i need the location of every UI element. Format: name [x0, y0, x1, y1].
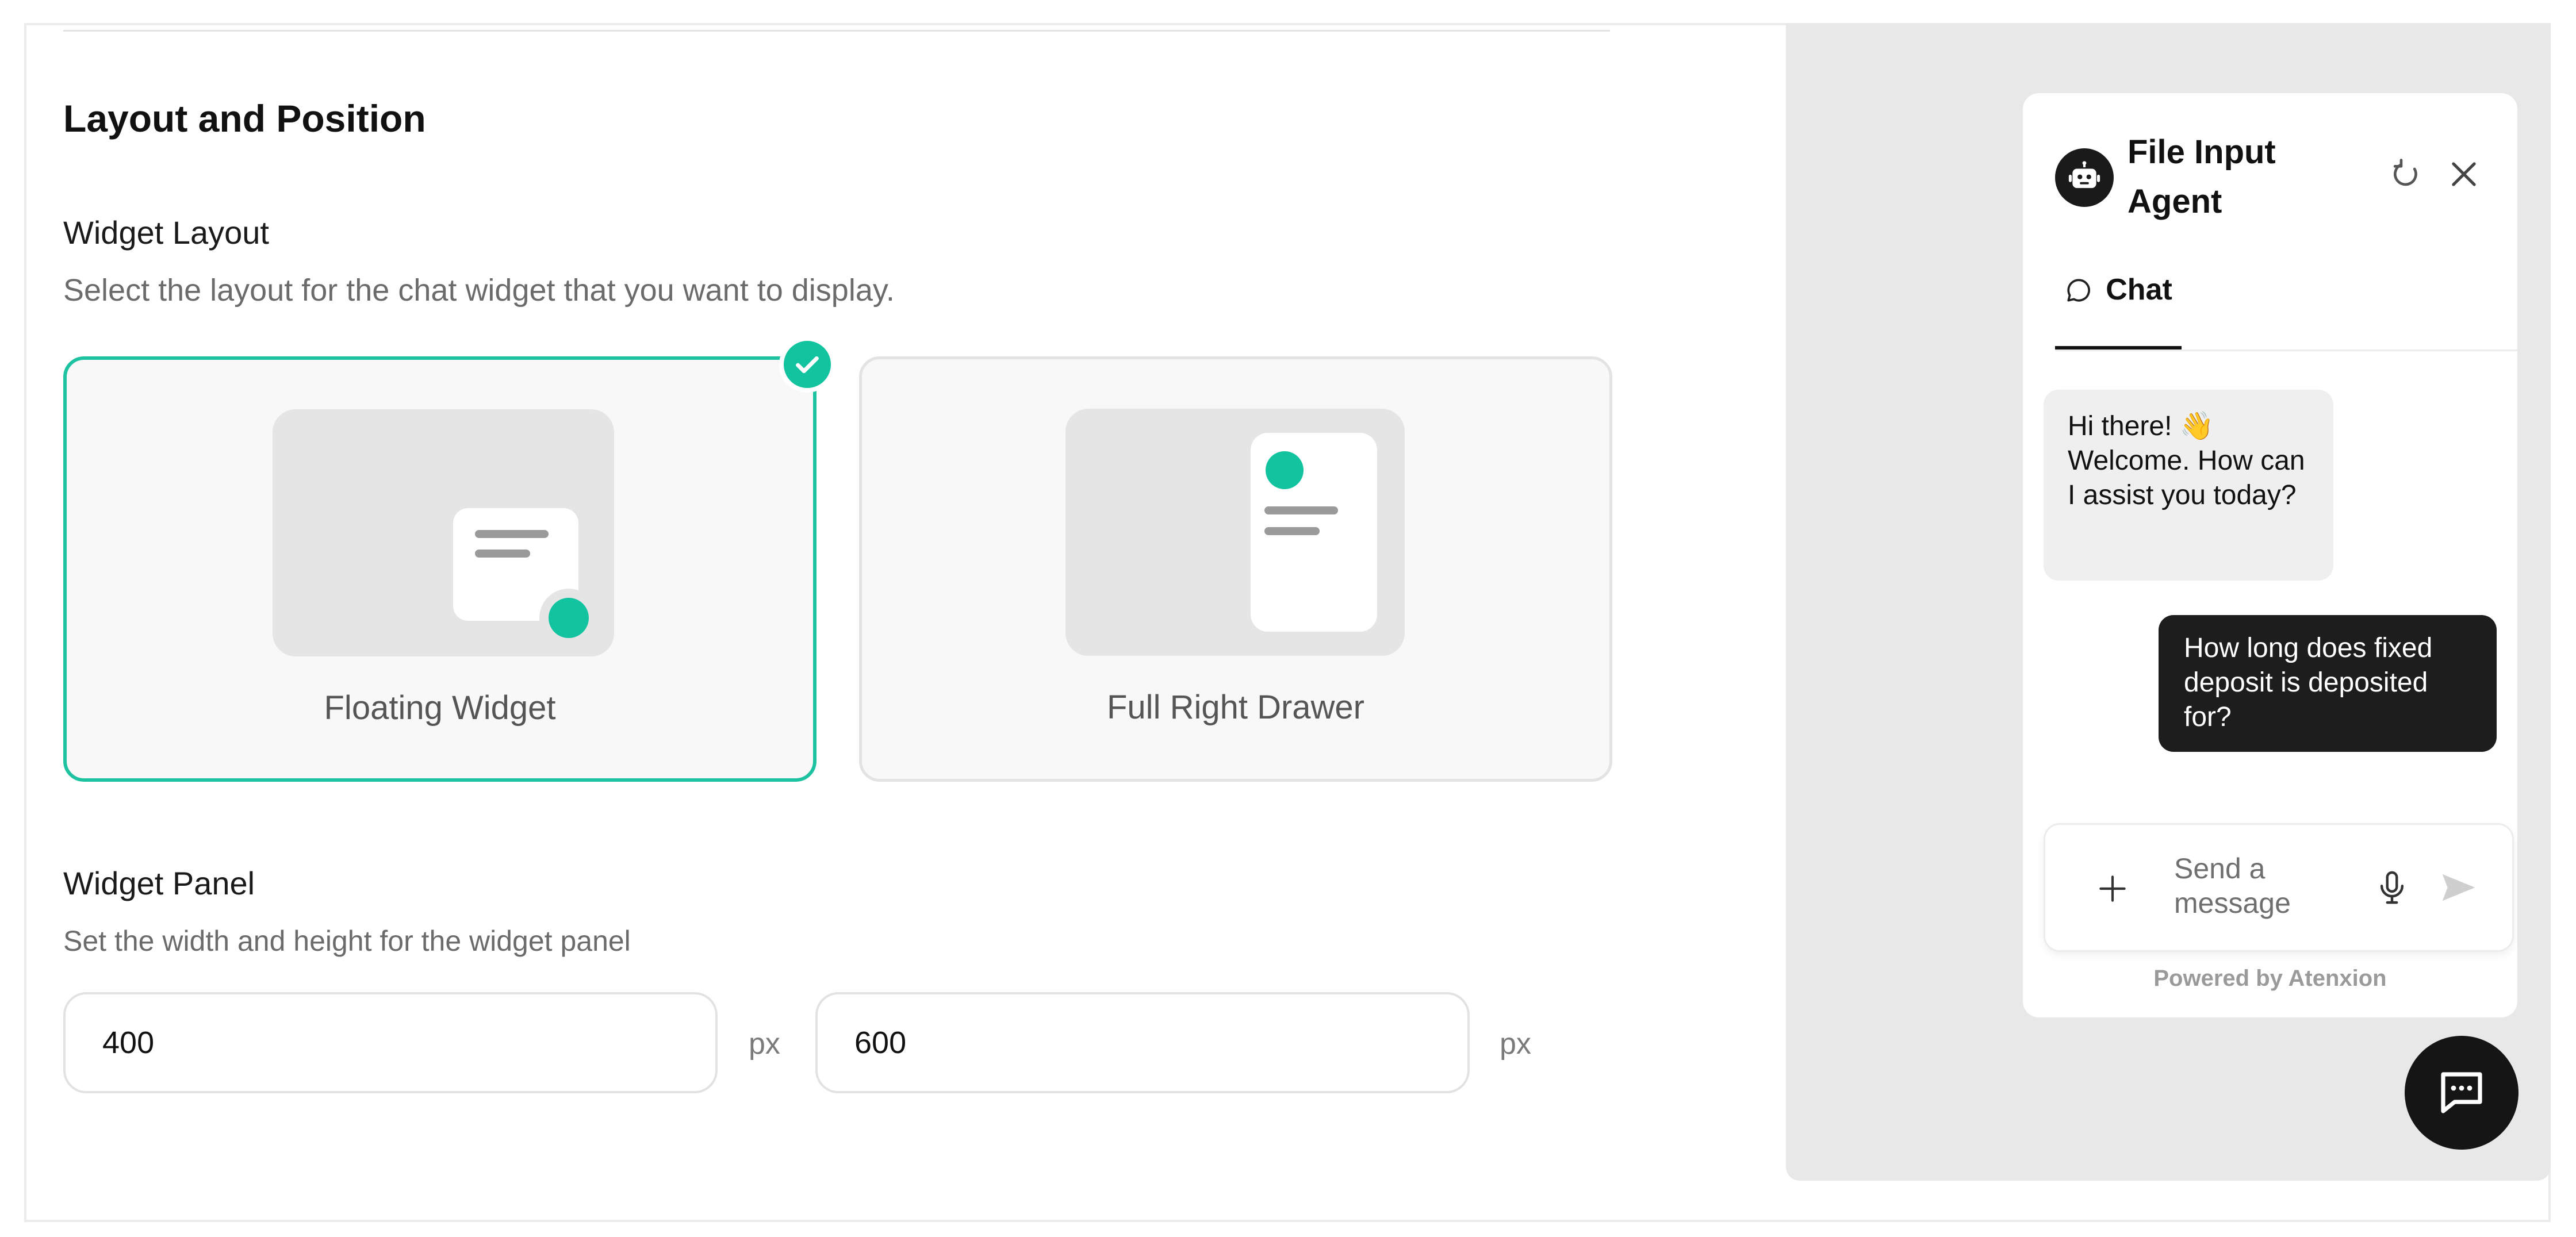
microphone-icon[interactable]	[2373, 869, 2411, 909]
chat-bubble-icon	[2064, 272, 2093, 312]
send-icon[interactable]	[2439, 870, 2479, 908]
floating-widget-label: Floating Widget	[324, 689, 556, 727]
drawer-panel-shape	[1251, 433, 1377, 632]
message-composer: Send a message	[2044, 823, 2514, 952]
layout-option-full-right-drawer[interactable]: Full Right Drawer	[859, 356, 1612, 782]
widget-layout-description: Select the layout for the chat widget th…	[63, 273, 895, 308]
widget-panel-description: Set the width and height for the widget …	[63, 925, 631, 957]
powered-by: Powered by Atenxion	[2153, 966, 2387, 991]
check-icon	[779, 336, 835, 393]
widget-layout-label: Widget Layout	[63, 214, 269, 251]
message-launcher-icon[interactable]	[2405, 1036, 2518, 1150]
widget-panel-label: Widget Panel	[63, 865, 255, 901]
width-unit-label: px	[749, 1027, 780, 1061]
panel-width-input[interactable]: 400	[63, 992, 718, 1093]
top-divider	[63, 30, 1610, 32]
height-unit-label: px	[1500, 1027, 1531, 1061]
refresh-icon[interactable]	[2389, 156, 2424, 195]
tab-divider	[2055, 349, 2517, 351]
close-icon[interactable]	[2446, 156, 2482, 195]
drawer-illustration	[1065, 409, 1405, 656]
plus-icon[interactable]	[2095, 871, 2130, 909]
bot-icon	[2055, 148, 2114, 207]
tab-chat-label: Chat	[2106, 273, 2172, 306]
panel-height-input[interactable]: 600	[815, 992, 1470, 1093]
floating-widget-illustration	[273, 409, 614, 656]
chat-widget-panel: File Input Agent Chat Hi there! 👋 Welcom…	[2023, 93, 2517, 1017]
agent-name: File Input Agent	[2128, 133, 2276, 220]
full-right-drawer-label: Full Right Drawer	[1107, 689, 1364, 726]
bot-message: Hi there! 👋 Welcome. How can I assist yo…	[2044, 390, 2333, 581]
section-title: Layout and Position	[63, 97, 426, 140]
user-message: How long does fixed deposit is deposited…	[2159, 615, 2497, 752]
layout-option-floating-widget[interactable]: Floating Widget	[63, 356, 816, 782]
tab-chat[interactable]: Chat	[2055, 271, 2182, 344]
message-input[interactable]: Send a message	[2174, 851, 2358, 920]
